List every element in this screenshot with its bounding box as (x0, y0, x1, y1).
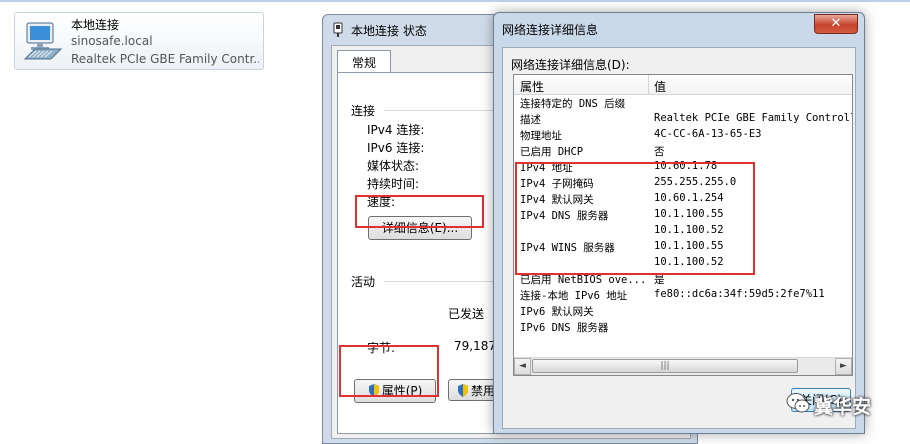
row-property: 已启用 DHCP (520, 146, 584, 158)
row-value: fe80::dc6a:34f:59d5:2fe7%11 (654, 288, 825, 300)
watermark: 冀华安 (786, 388, 906, 420)
adapter-name: 本地连接 (71, 18, 120, 32)
window-top-edge (0, 0, 910, 2)
highlight-ipv4-settings (515, 162, 755, 275)
network-adapter-tile[interactable]: 本地连接 sinosafe.local Realtek PCIe GBE Fam… (14, 12, 264, 70)
row-property: 连接-本地 IPv6 地址 (520, 290, 628, 302)
row-property: 连接特定的 DNS 后缀 (520, 98, 626, 110)
uac-shield-icon (458, 384, 468, 397)
network-adapter-icon (23, 22, 63, 60)
ipv4-connection-label: IPv4 连接: (367, 123, 425, 137)
network-status-icon (333, 22, 343, 37)
horizontal-scrollbar[interactable]: ◄ ||| ► (514, 357, 852, 375)
table-row[interactable]: 已启用 DHCP 否 (514, 143, 852, 159)
wechat-logo-icon (786, 393, 810, 413)
row-property: 描述 (520, 114, 541, 126)
sent-label: 已发送 (448, 307, 485, 321)
table-row[interactable]: 物理地址 4C-CC-6A-13-65-E3 (514, 127, 852, 143)
scroll-right-arrow-icon[interactable]: ► (835, 358, 852, 375)
column-separator[interactable] (648, 75, 649, 94)
row-value: 否 (654, 146, 665, 158)
ipv6-connection-label: IPv6 连接: (367, 141, 425, 155)
adapter-device: Realtek PCIe GBE Family Contr... (71, 52, 259, 66)
row-property: 物理地址 (520, 130, 562, 142)
row-property: IPv6 DNS 服务器 (520, 322, 609, 334)
column-header-property[interactable]: 属性 (520, 78, 544, 95)
table-row[interactable]: IPv6 DNS 服务器 (514, 319, 852, 335)
status-window-title: 本地连接 状态 (351, 24, 427, 38)
media-state-label: 媒体状态: (367, 159, 420, 173)
table-row[interactable]: IPv6 默认网关 (514, 303, 852, 319)
connection-group-label: 连接 (351, 104, 376, 118)
window-close-button[interactable]: ✕ (814, 14, 858, 34)
adapter-domain: sinosafe.local (71, 34, 153, 48)
details-window-title: 网络连接详细信息 (502, 23, 599, 37)
column-header-value[interactable]: 值 (654, 78, 666, 95)
watermark-text: 冀华安 (814, 396, 872, 418)
close-icon: ✕ (830, 16, 842, 31)
scroll-left-arrow-icon[interactable]: ◄ (514, 358, 531, 375)
row-property: IPv6 默认网关 (520, 306, 594, 318)
table-row[interactable]: 连接特定的 DNS 后缀 (514, 95, 852, 111)
table-row[interactable]: 连接-本地 IPv6 地址 fe80::dc6a:34f:59d5:2fe7%11 (514, 287, 852, 303)
scroll-thumb[interactable]: ||| (532, 359, 798, 373)
highlight-details-button (355, 195, 484, 228)
duration-label: 持续时间: (367, 177, 420, 191)
list-header: 属性 值 (514, 75, 852, 95)
disable-button-label: 禁用 (471, 384, 496, 398)
highlight-properties-button (339, 345, 439, 397)
row-value: 4C-CC-6A-13-65-E3 (654, 128, 762, 140)
activity-group-label: 活动 (351, 275, 376, 289)
details-caption: 网络连接详细信息(D): (511, 58, 630, 72)
row-value: Realtek PCIe GBE Family Controlle (654, 112, 853, 124)
table-row[interactable]: 描述 Realtek PCIe GBE Family Controlle (514, 111, 852, 127)
